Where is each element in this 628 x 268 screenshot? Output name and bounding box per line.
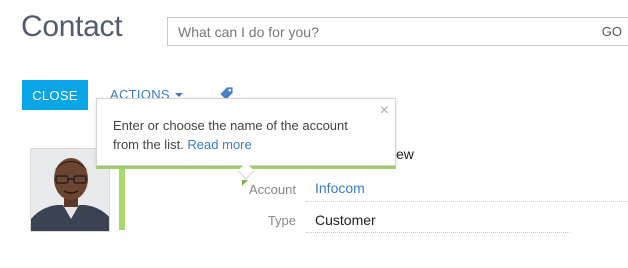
go-button[interactable]: GO <box>602 24 622 39</box>
profile-partial-value: ew <box>396 146 414 162</box>
field-value-account[interactable]: Infocom <box>315 180 365 196</box>
close-icon[interactable]: × <box>380 103 389 119</box>
field-line-type <box>306 232 570 233</box>
account-hint-tooltip: Enter or choose the name of the account … <box>96 98 396 180</box>
caret-down-icon <box>174 92 183 97</box>
tooltip-text: Enter or choose the name of the account … <box>113 116 375 154</box>
highlight-bar <box>119 168 125 230</box>
field-label-type: Type <box>267 213 296 228</box>
command-box[interactable]: GO <box>167 17 628 46</box>
field-line-account <box>306 201 628 202</box>
read-more-link[interactable]: Read more <box>187 137 251 152</box>
field-label-account: Account <box>249 182 296 197</box>
field-value-type[interactable]: Customer <box>315 212 376 228</box>
command-input[interactable] <box>168 18 588 45</box>
close-button[interactable]: CLOSE <box>22 80 88 110</box>
page-title: Contact <box>21 10 123 43</box>
tooltip-arrow <box>237 162 255 180</box>
